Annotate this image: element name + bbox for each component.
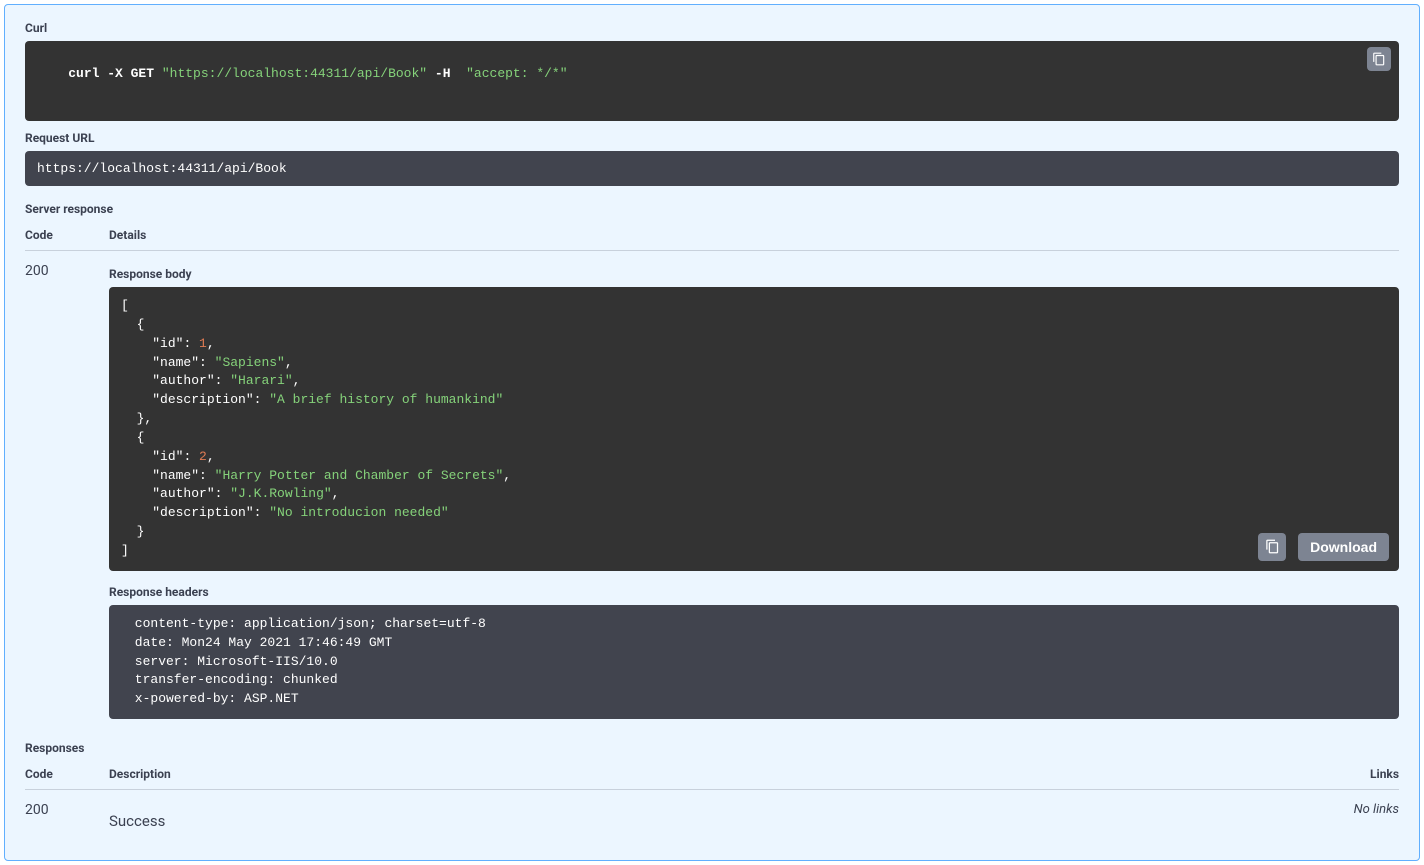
server-response-row: 200 Response body [ { "id": 1, "name": "… — [25, 251, 1399, 719]
responses-header-row: Code Description Links — [25, 755, 1399, 790]
responses-no-links: No links — [1279, 802, 1399, 817]
response-status-code: 200 — [25, 263, 109, 719]
response-body-heading: Response body — [109, 267, 1399, 281]
copy-curl-button[interactable] — [1367, 47, 1391, 71]
responses-status-code: 200 — [25, 802, 109, 830]
request-url-heading: Request URL — [25, 131, 1399, 145]
response-body-block: [ { "id": 1, "name": "Sapiens", "author"… — [109, 287, 1399, 571]
response-headers-block: content-type: application/json; charset=… — [109, 605, 1399, 719]
clipboard-icon — [1372, 52, 1386, 66]
clipboard-icon — [1265, 539, 1280, 554]
column-description: Description — [109, 767, 1279, 781]
column-details: Details — [109, 228, 1399, 242]
responses-description: Success — [109, 812, 1279, 830]
copy-body-button[interactable] — [1258, 533, 1286, 561]
download-button[interactable]: Download — [1298, 533, 1389, 561]
responses-heading: Responses — [25, 741, 1399, 755]
server-response-header-row: Code Details — [25, 216, 1399, 251]
response-headers-heading: Response headers — [109, 585, 1399, 599]
column-code-2: Code — [25, 767, 109, 781]
responses-row: 200 Success No links — [25, 790, 1399, 830]
column-code: Code — [25, 228, 109, 242]
column-links: Links — [1279, 767, 1399, 781]
request-url-block: https://localhost:44311/api/Book — [25, 151, 1399, 186]
curl-heading: Curl — [25, 21, 1399, 35]
curl-command-block: curl -X GET "https://localhost:44311/api… — [25, 41, 1399, 121]
server-response-heading: Server response — [25, 202, 1399, 216]
